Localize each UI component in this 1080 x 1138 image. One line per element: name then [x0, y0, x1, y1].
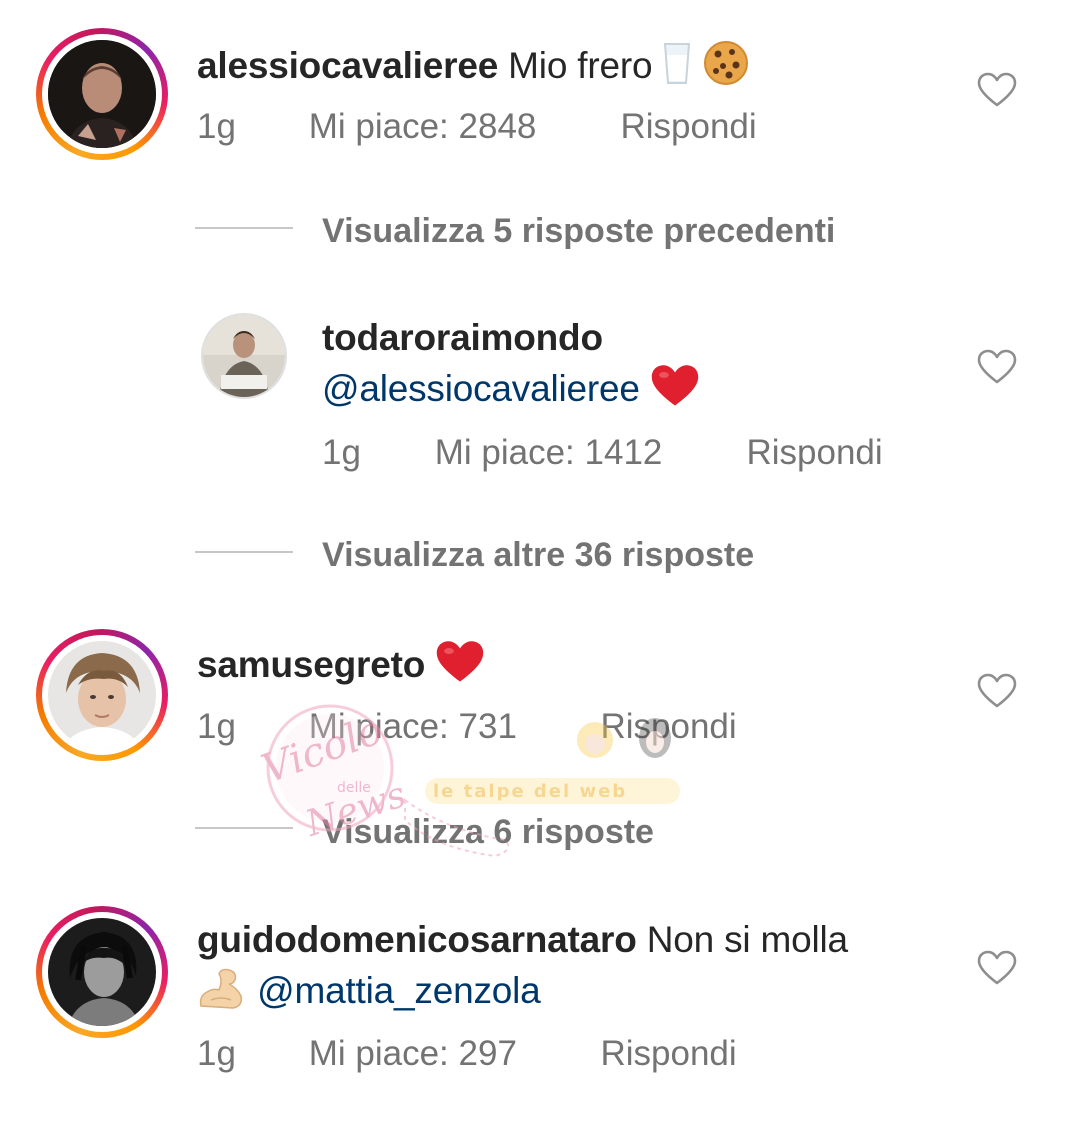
view-previous-replies-button[interactable]: Visualizza 5 risposte precedenti	[322, 211, 835, 251]
reply-button[interactable]: Rispondi	[620, 107, 756, 146]
mention-link[interactable]: @mattia_zenzola	[257, 970, 541, 1011]
avatar[interactable]	[48, 40, 156, 148]
flexed-biceps-icon	[197, 966, 247, 1020]
red-heart-icon	[435, 640, 485, 694]
comment-body: Non si molla	[646, 919, 848, 960]
reply-button[interactable]: Rispondi	[600, 707, 736, 746]
timestamp: 1g	[322, 433, 361, 472]
timestamp: 1g	[197, 707, 236, 746]
red-heart-icon	[650, 364, 700, 418]
divider	[195, 227, 293, 229]
avatar[interactable]	[48, 641, 156, 749]
reply-button[interactable]: Rispondi	[746, 433, 882, 472]
timestamp: 1g	[197, 107, 236, 146]
reply-username-line: todaroraimondo	[322, 316, 603, 360]
watermark-banner-text: le talpe del web	[433, 781, 627, 802]
divider	[195, 551, 293, 553]
mention-link[interactable]: @alessiocavalieree	[322, 368, 640, 409]
likes-count[interactable]: Mi piace: 731	[309, 706, 591, 748]
like-heart-icon[interactable]	[977, 349, 1017, 385]
username[interactable]: alessiocavalieree	[197, 45, 498, 86]
view-replies-button[interactable]: Visualizza 6 risposte	[322, 812, 654, 852]
comment-text: guidodomenicosarnataro Non si molla	[197, 918, 848, 962]
watermark-small-text: delle	[337, 780, 371, 796]
milk-glass-icon	[662, 41, 692, 95]
likes-count[interactable]: Mi piace: 297	[309, 1033, 591, 1075]
like-heart-icon[interactable]	[977, 950, 1017, 986]
comment-meta: 1g Mi piace: 731 Rispondi	[197, 706, 737, 748]
comment-text: alessiocavalieree Mio frero	[197, 40, 749, 96]
comment-text: samusegreto	[197, 640, 485, 694]
like-heart-icon[interactable]	[977, 673, 1017, 709]
avatar[interactable]	[201, 313, 287, 399]
avatar[interactable]	[48, 918, 156, 1026]
comment-body: Mio frero	[508, 44, 653, 86]
likes-count[interactable]: Mi piace: 1412	[435, 432, 737, 474]
username[interactable]: todaroraimondo	[322, 317, 603, 358]
reply-meta: 1g Mi piace: 1412 Rispondi	[322, 432, 883, 474]
comment-meta: 1g Mi piace: 297 Rispondi	[197, 1033, 737, 1075]
timestamp: 1g	[197, 1034, 236, 1073]
divider	[195, 827, 293, 829]
like-heart-icon[interactable]	[977, 72, 1017, 108]
reply-text: @alessiocavalieree	[322, 364, 700, 418]
likes-count[interactable]: Mi piace: 2848	[309, 106, 611, 148]
cookie-icon	[703, 40, 749, 96]
comment-text-continued: @mattia_zenzola	[197, 966, 541, 1020]
view-more-replies-button[interactable]: Visualizza altre 36 risposte	[322, 535, 754, 575]
comment-meta: 1g Mi piace: 2848 Rispondi	[197, 106, 757, 148]
reply-button[interactable]: Rispondi	[600, 1034, 736, 1073]
username[interactable]: samusegreto	[197, 644, 425, 685]
username[interactable]: guidodomenicosarnataro	[197, 919, 637, 960]
